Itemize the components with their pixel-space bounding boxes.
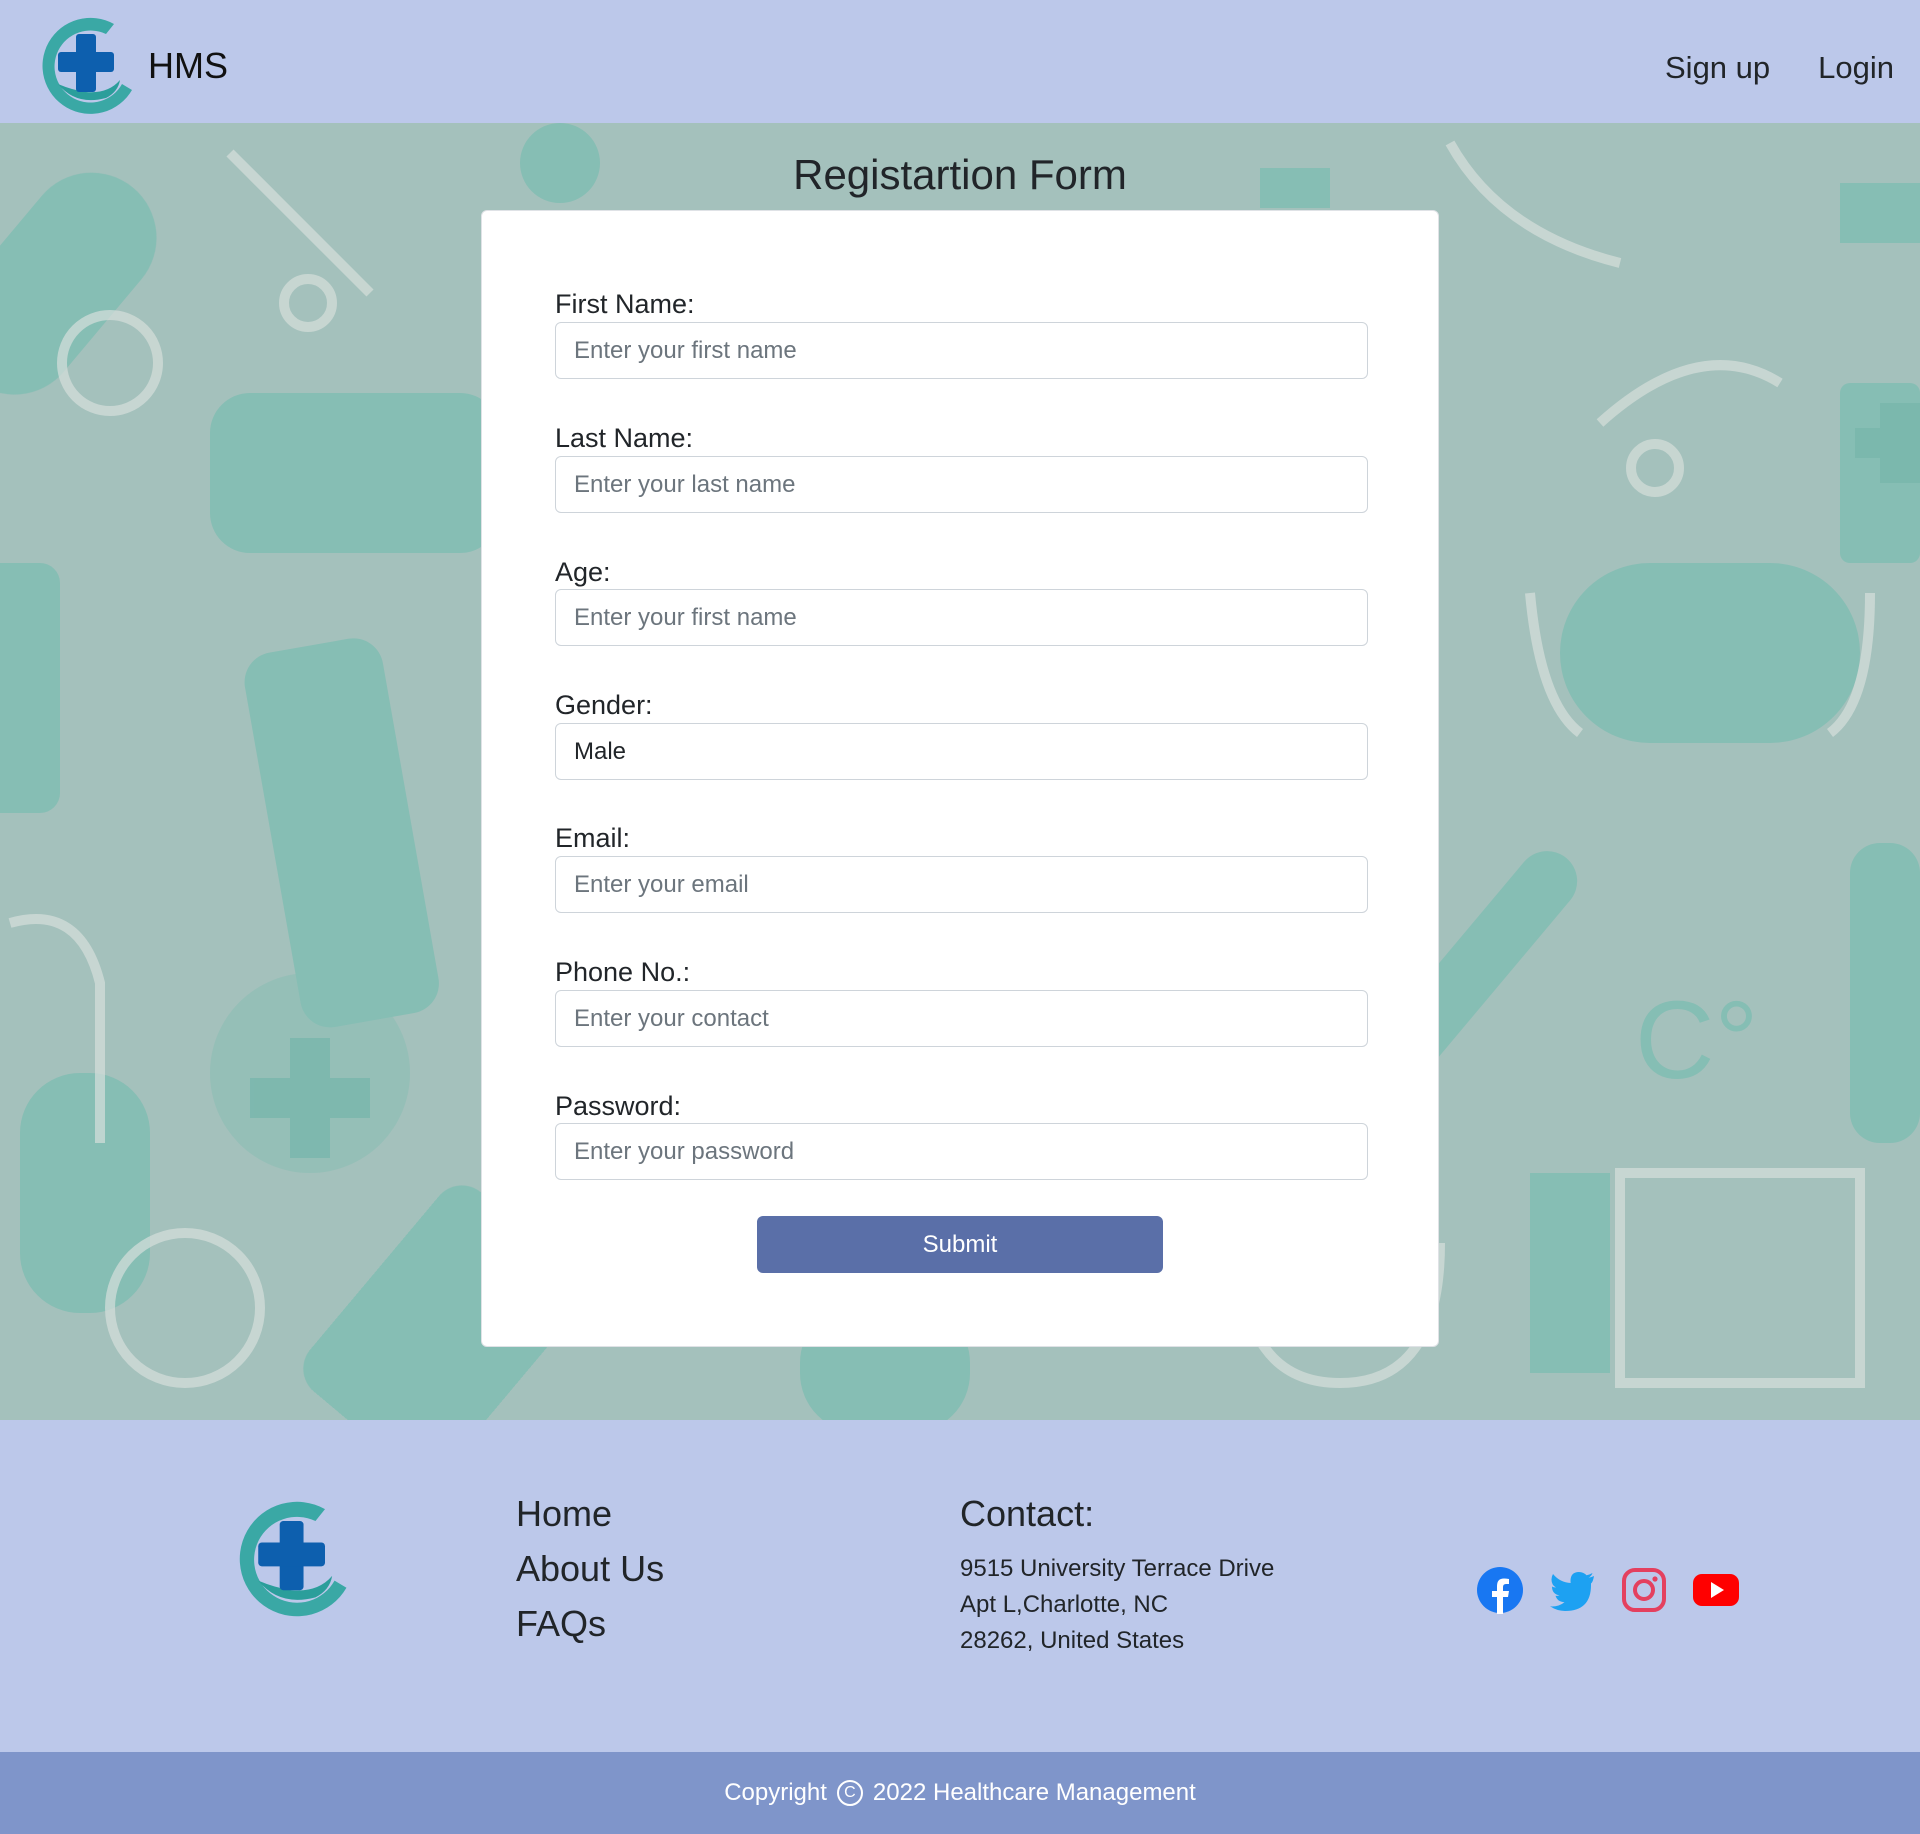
footer-links: Home About Us FAQs xyxy=(516,1493,664,1644)
top-navbar: HMS Sign up Login xyxy=(0,0,1920,123)
contact-address: 9515 University Terrace Drive Apt L,Char… xyxy=(960,1551,1274,1659)
age-input[interactable] xyxy=(555,589,1368,646)
email-input[interactable] xyxy=(555,856,1368,913)
gender-input[interactable] xyxy=(555,723,1368,780)
svg-text:C°: C° xyxy=(1635,979,1758,1102)
brand-name: HMS xyxy=(148,45,228,86)
email-label: Email: xyxy=(555,823,631,853)
footer-link-faqs[interactable]: FAQs xyxy=(516,1603,664,1644)
address-line-2: Apt L,Charlotte, NC xyxy=(960,1591,1169,1618)
instagram-icon[interactable] xyxy=(1620,1566,1668,1614)
top-nav: Sign up Login xyxy=(1665,50,1894,86)
facebook-icon[interactable] xyxy=(1476,1566,1524,1614)
login-link[interactable]: Login xyxy=(1818,50,1894,86)
brand[interactable]: HMS xyxy=(36,14,228,116)
footer-link-home[interactable]: Home xyxy=(516,1493,664,1534)
copyright-icon: C xyxy=(836,1780,863,1806)
social-links xyxy=(1476,1566,1740,1614)
last-name-label: Last Name: xyxy=(555,423,694,453)
registration-card: First Name: Last Name: Age: Gender: Emai… xyxy=(481,210,1439,1347)
form-title: Registartion Form xyxy=(793,151,1127,198)
age-label: Age: xyxy=(555,557,611,587)
copyright-bar: Copyright C 2022 Healthcare Management xyxy=(0,1752,1920,1834)
password-input[interactable] xyxy=(555,1123,1368,1180)
copyright-label: Copyright xyxy=(724,1779,827,1806)
address-line-1: 9515 University Terrace Drive xyxy=(960,1555,1275,1582)
phone-input[interactable] xyxy=(555,990,1368,1047)
footer-link-about[interactable]: About Us xyxy=(516,1548,664,1589)
last-name-input[interactable] xyxy=(555,456,1368,513)
copyright-text: 2022 Healthcare Management xyxy=(872,1779,1196,1806)
phone-label: Phone No.: xyxy=(555,957,691,987)
hero-section: C° Registartion Form First Name: Last Na… xyxy=(0,123,1920,1420)
password-label: Password: xyxy=(555,1091,682,1121)
hms-logo-icon xyxy=(239,1501,347,1617)
contact-title: Contact: xyxy=(960,1493,1095,1534)
footer: Home About Us FAQs Contact: 9515 Univers… xyxy=(0,1420,1920,1752)
gender-label: Gender: xyxy=(555,690,653,720)
first-name-label: First Name: xyxy=(555,289,695,319)
youtube-icon[interactable] xyxy=(1692,1566,1740,1614)
hms-logo-icon xyxy=(42,17,133,114)
submit-button[interactable]: Submit xyxy=(757,1216,1163,1273)
first-name-input[interactable] xyxy=(555,322,1368,379)
address-line-3: 28262, United States xyxy=(960,1627,1185,1654)
signup-link[interactable]: Sign up xyxy=(1665,50,1770,86)
twitter-icon[interactable] xyxy=(1548,1566,1596,1614)
